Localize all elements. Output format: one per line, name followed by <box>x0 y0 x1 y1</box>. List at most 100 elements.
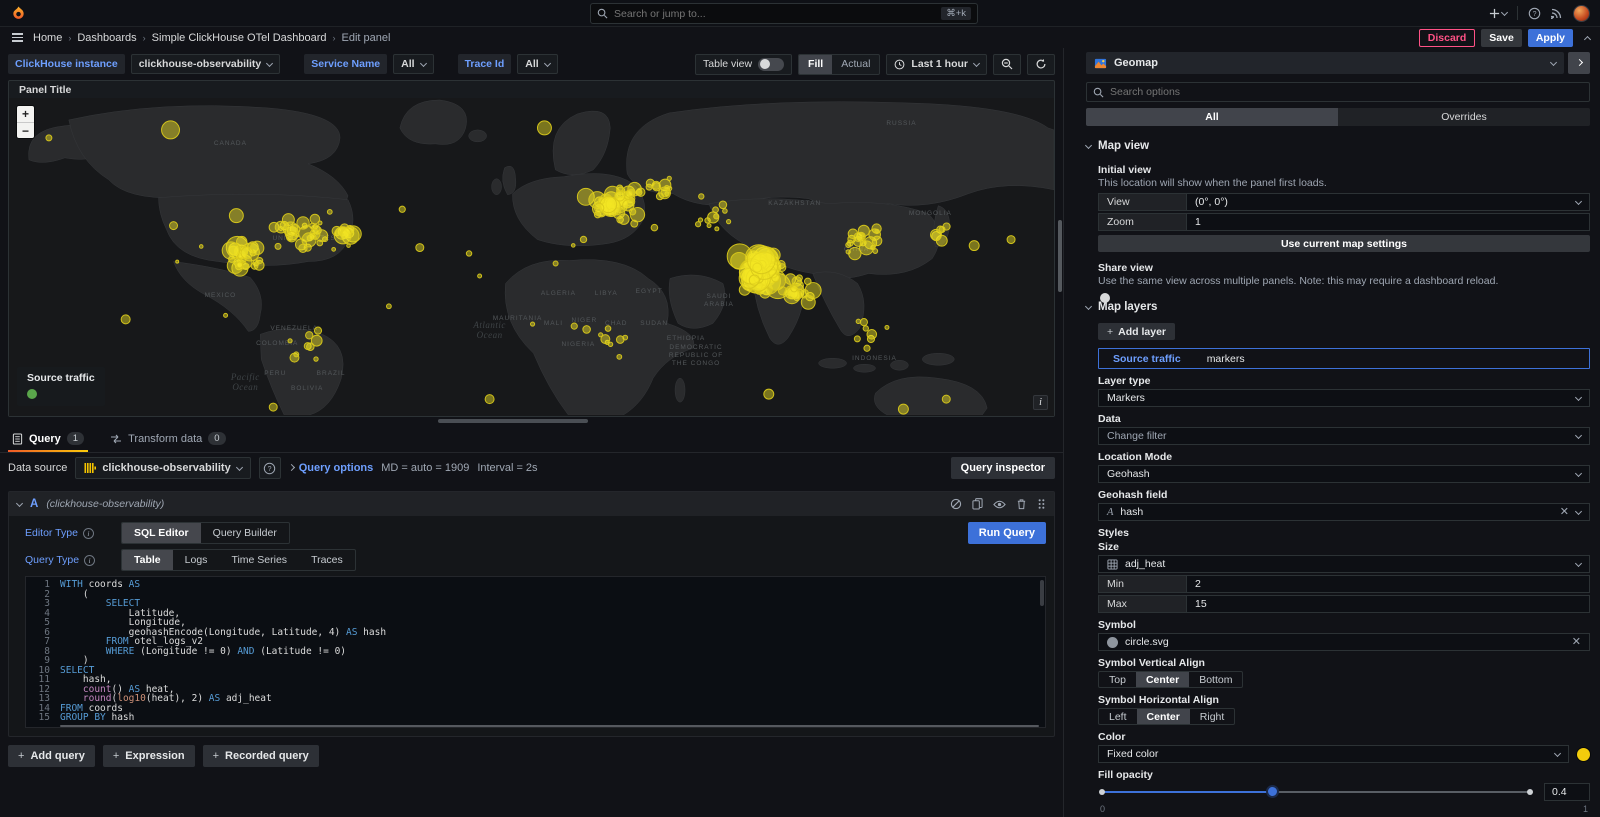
datasource-picker[interactable]: clickhouse-observability <box>75 457 250 479</box>
breadcrumb-dashboard-name[interactable]: Simple ClickHouse OTel Dashboard <box>152 32 327 44</box>
editor-scrollbar[interactable] <box>1040 580 1044 606</box>
query-header[interactable]: A (clickhouse-observability) <box>9 492 1054 516</box>
breadcrumb-home[interactable]: Home <box>33 32 62 44</box>
query-type-time-series[interactable]: Time Series <box>219 550 299 570</box>
user-avatar[interactable] <box>1573 5 1590 22</box>
scrollbar[interactable] <box>1058 220 1062 292</box>
use-current-map-settings-button[interactable]: Use current map settings <box>1098 235 1590 252</box>
disable-query-icon[interactable] <box>950 498 962 510</box>
duplicate-query-icon[interactable] <box>972 498 983 510</box>
geohash-field-select[interactable]: A hash ✕ <box>1098 503 1590 521</box>
refresh-button[interactable] <box>1027 54 1055 75</box>
valign-top[interactable]: Top <box>1099 672 1136 687</box>
global-search[interactable]: ⌘+k <box>590 3 978 24</box>
size-field-select[interactable]: adj_heat <box>1098 555 1590 573</box>
layer-item-source-traffic[interactable]: Source traffic markers <box>1098 348 1590 369</box>
actual-option[interactable]: Actual <box>832 55 879 74</box>
add-query-button[interactable]: +Add query <box>8 745 95 767</box>
datasource-help-button[interactable]: ? <box>259 457 281 479</box>
run-query-button[interactable]: Run Query <box>968 522 1046 544</box>
tab-all[interactable]: All <box>1086 108 1338 126</box>
map-marker <box>275 243 281 249</box>
query-type-table[interactable]: Table <box>122 550 173 570</box>
data-filter-select[interactable]: Change filter <box>1098 427 1590 445</box>
menu-toggle-icon[interactable] <box>10 31 25 44</box>
max-input[interactable]: 15 <box>1186 595 1590 613</box>
tab-transform-data[interactable]: Transform data 0 <box>106 432 229 452</box>
sql-editor[interactable]: 1WITH coords AS2 (3 SELECT4 Latitude,5 L… <box>25 576 1046 728</box>
query-type-traces[interactable]: Traces <box>299 550 355 570</box>
breadcrumb-dashboards[interactable]: Dashboards <box>77 32 136 44</box>
slider-knob[interactable] <box>1266 785 1279 798</box>
map-marker <box>617 185 623 191</box>
panel-title[interactable]: Panel Title <box>9 81 1054 98</box>
search-input[interactable] <box>614 8 935 20</box>
variable-value-trace-id[interactable]: All <box>517 54 557 74</box>
color-select[interactable]: Fixed color <box>1098 745 1569 763</box>
map-attribution-info-button[interactable]: i <box>1033 395 1048 410</box>
options-search[interactable] <box>1086 82 1590 102</box>
variable-value-service-name[interactable]: All <box>393 54 433 74</box>
halign-left[interactable]: Left <box>1099 709 1137 724</box>
help-button[interactable]: ? <box>1528 7 1541 20</box>
location-mode-select[interactable]: Geohash <box>1098 465 1590 483</box>
options-search-input[interactable] <box>1110 86 1583 98</box>
discard-button[interactable]: Discard <box>1419 29 1476 47</box>
save-button[interactable]: Save <box>1481 29 1522 47</box>
map-marker <box>571 244 575 248</box>
tab-overrides[interactable]: Overrides <box>1338 108 1590 126</box>
tab-query[interactable]: Query 1 <box>8 432 88 452</box>
min-input[interactable]: 2 <box>1186 575 1590 593</box>
collapse-header-icon[interactable] <box>1584 35 1591 42</box>
map-markers <box>9 98 1054 415</box>
halign-right[interactable]: Right <box>1190 709 1235 724</box>
recorded-query-button[interactable]: +Recorded query <box>203 745 319 767</box>
close-options-pane-button[interactable] <box>1568 52 1590 74</box>
world-map[interactable]: RUSSIACANADAUNITED STATESMEXICOKAZAKHSTA… <box>9 98 1054 416</box>
zoom-out-time-button[interactable] <box>993 54 1021 75</box>
expression-button[interactable]: +Expression <box>103 745 195 767</box>
map-zoom-out-button[interactable]: − <box>17 122 34 138</box>
map-marker <box>626 190 633 197</box>
info-icon[interactable]: i <box>83 528 94 539</box>
map-marker <box>251 263 258 270</box>
info-icon[interactable]: i <box>84 555 95 566</box>
layer-type-select[interactable]: Markers <box>1098 389 1590 407</box>
valign-bottom[interactable]: Bottom <box>1189 672 1242 687</box>
query-inspector-button[interactable]: Query inspector <box>951 457 1055 479</box>
color-swatch[interactable] <box>1577 748 1590 761</box>
remove-query-icon[interactable] <box>1016 498 1027 510</box>
grafana-logo[interactable] <box>10 5 27 22</box>
resize-handle[interactable] <box>438 419 588 423</box>
query-options-expander[interactable]: Query options <box>289 462 374 474</box>
map-zoom-in-button[interactable]: + <box>17 106 34 122</box>
fill-opacity-slider[interactable] <box>1098 785 1534 799</box>
query-type-logs[interactable]: Logs <box>173 550 220 570</box>
variable-value-clickhouse-instance[interactable]: clickhouse-observability <box>131 54 281 74</box>
editor-type-sql-editor[interactable]: SQL Editor <box>122 523 201 543</box>
hide-response-icon[interactable] <box>993 499 1006 510</box>
fill-opacity-input[interactable]: 0.4 <box>1544 783 1590 801</box>
editor-type-query-builder[interactable]: Query Builder <box>201 523 289 543</box>
table-view-toggle[interactable]: Table view <box>695 54 792 75</box>
map-view-header[interactable]: Map view <box>1086 140 1590 152</box>
collapse-query-icon[interactable] <box>16 499 23 506</box>
drag-handle-icon[interactable] <box>1037 498 1046 510</box>
zoom-input[interactable]: 1 <box>1186 213 1590 231</box>
toggle-off-icon[interactable] <box>758 58 784 71</box>
visualization-picker[interactable]: Geomap <box>1086 52 1564 74</box>
add-menu-button[interactable] <box>1489 8 1507 19</box>
valign-center[interactable]: Center <box>1136 672 1189 687</box>
time-range-picker[interactable]: Last 1 hour <box>886 54 987 75</box>
editor-hscrollbar[interactable] <box>60 725 1039 727</box>
view-select[interactable]: (0°, 0°) <box>1186 193 1590 211</box>
clear-icon[interactable]: ✕ <box>1560 507 1569 518</box>
fill-option[interactable]: Fill <box>799 55 832 74</box>
halign-center[interactable]: Center <box>1137 709 1190 724</box>
clear-icon[interactable]: ✕ <box>1572 637 1581 648</box>
news-rss-button[interactable] <box>1551 7 1563 19</box>
map-layers-header[interactable]: Map layers <box>1086 301 1590 313</box>
symbol-select[interactable]: circle.svg ✕ <box>1098 633 1590 651</box>
add-layer-button[interactable]: +Add layer <box>1098 323 1175 340</box>
apply-button[interactable]: Apply <box>1528 29 1573 47</box>
